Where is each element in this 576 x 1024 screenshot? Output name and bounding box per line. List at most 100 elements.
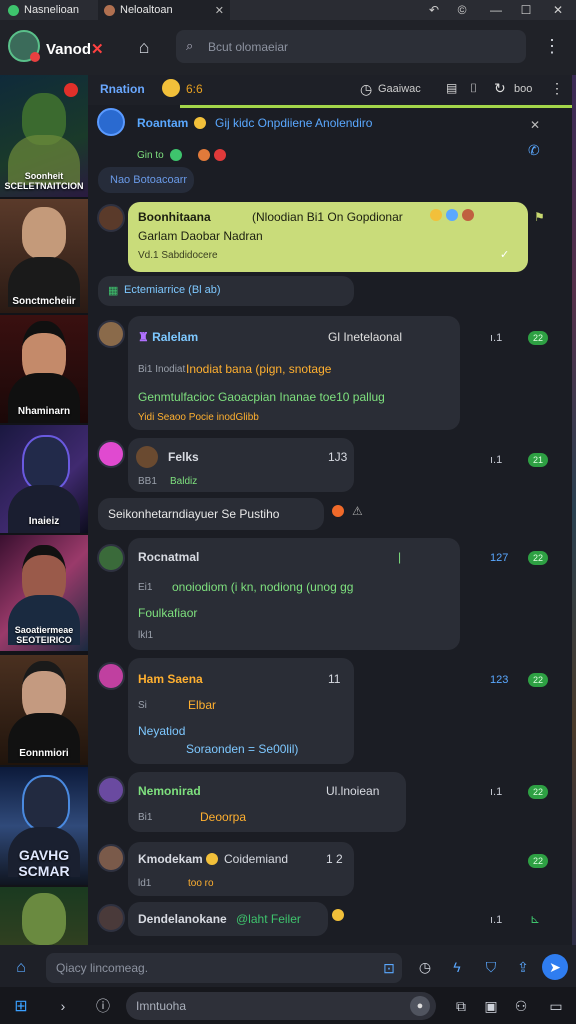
figure-head: [22, 893, 66, 945]
send-icon[interactable]: ➤: [542, 954, 568, 980]
chip[interactable]: ▦ Ectemiarrice (Bl ab): [98, 276, 354, 306]
message-bubble[interactable]: Ham Saena 11 Si Elbar Neyatiod Soraonden…: [128, 658, 354, 764]
message-text: Soraonden = Se00lil): [186, 742, 299, 756]
share-icon[interactable]: ⇪: [512, 956, 534, 978]
message-bubble[interactable]: Dendelanokane @laht Feiler: [128, 902, 328, 936]
thumbnail[interactable]: Saoatiermeae SEOTEIRICO: [0, 535, 88, 651]
message-meta: Yidi Seaoo Pocie inodGlibb: [138, 412, 259, 423]
message-bubble[interactable]: Boonhitaana (Nloodian Bi1 On Gopdionar G…: [128, 202, 528, 272]
message-avatar[interactable]: [97, 440, 125, 468]
window-tab-1[interactable]: Nasnelioan: [2, 0, 85, 20]
message-avatar[interactable]: [97, 776, 125, 804]
message-sender[interactable]: Kmodekam: [138, 852, 203, 866]
message-header: 1 2: [326, 852, 343, 866]
message-avatar[interactable]: [97, 844, 125, 872]
sync-icon[interactable]: ↻: [494, 80, 506, 97]
menu-icon[interactable]: ⋮: [540, 34, 564, 58]
windows-icon[interactable]: ⊞: [10, 995, 32, 1017]
thumbnail[interactable]: Soonheit SCELETNAITCION: [0, 75, 88, 197]
chip[interactable]: Seikonhetarndiayuer Se Pustiho: [98, 498, 324, 530]
apps-icon[interactable]: ⧉: [450, 995, 472, 1017]
message-sender[interactable]: Nemonirad: [138, 784, 201, 798]
chart-icon[interactable]: ⊾: [530, 912, 540, 926]
minimize-button[interactable]: —: [482, 0, 510, 20]
message-sender[interactable]: Rocnatmal: [138, 550, 199, 564]
message-meta: Bi1 Inodiat: [138, 364, 186, 375]
notification-badge: [64, 83, 78, 97]
unread-badge[interactable]: 22: [528, 551, 548, 565]
thumbnail[interactable]: Eonnmiori: [0, 655, 88, 765]
chip-label: Seikonhetarndiayuer Se Pustiho: [108, 507, 280, 521]
window-tab-2[interactable]: Neloaltoan ✕: [98, 0, 230, 20]
copyright-icon[interactable]: ©: [448, 0, 476, 20]
phone-icon[interactable]: ✆: [528, 142, 540, 159]
message-text: Foulkafiaor: [138, 606, 198, 620]
close-button[interactable]: ✕: [544, 0, 572, 20]
window-tab-label: Neloaltoan: [120, 4, 173, 16]
unread-badge[interactable]: 22: [528, 854, 548, 868]
clock-icon[interactable]: ◷: [414, 956, 436, 978]
unread-badge[interactable]: 21: [528, 453, 548, 467]
close-icon[interactable]: ✕: [530, 118, 540, 132]
search-bar[interactable]: ⌕ Bcut olomaeiar: [176, 30, 526, 63]
message-avatar[interactable]: [97, 204, 125, 232]
close-tab-icon[interactable]: ✕: [215, 4, 224, 17]
monitor-icon[interactable]: ▭: [544, 995, 568, 1017]
shield-icon[interactable]: ⛉: [480, 956, 502, 978]
message-bubble[interactable]: Felks 1J3 BB1 Baldiz: [128, 438, 354, 492]
message-sender[interactable]: ♜ Ralelam: [138, 330, 198, 344]
more-icon[interactable]: ⋮: [550, 80, 564, 97]
mic-icon[interactable]: ●: [410, 996, 430, 1016]
unread-badge[interactable]: 22: [528, 673, 548, 687]
search-input[interactable]: Bcut olomaeiar: [208, 40, 288, 54]
thumbnail[interactable]: Sonctmcheiir: [0, 199, 88, 313]
message-sub: Gin to: [137, 150, 164, 161]
chevron-icon[interactable]: ›: [52, 995, 74, 1017]
bolt-icon[interactable]: ϟ: [446, 956, 468, 978]
thumbnail[interactable]: [0, 887, 88, 945]
message-bubble[interactable]: ♜ Ralelam Gl Inetelaonal Bi1 Inodiat Ino…: [128, 316, 460, 430]
maximize-button[interactable]: ☐: [512, 0, 540, 20]
message-sender[interactable]: Dendelanokane: [138, 912, 227, 926]
chip[interactable]: Nao Botoacoarr: [98, 167, 194, 193]
message-text: Gij kidc Onpdiiene Anolendiro: [215, 116, 373, 130]
home-icon[interactable]: ⌂: [8, 955, 34, 981]
message-bubble[interactable]: Nemonirad Ul.lnoiean Bi1 Deoorpa: [128, 772, 406, 832]
doc-icon[interactable]: ▤: [446, 81, 457, 95]
chip-label: Ectemiarrice (Bl ab): [124, 284, 221, 296]
back-icon[interactable]: ↶: [420, 0, 448, 20]
camera-icon[interactable]: ▣: [480, 995, 502, 1017]
message-avatar[interactable]: [97, 108, 125, 136]
message-sender[interactable]: Roantam: [137, 116, 208, 130]
message-header: |: [398, 550, 402, 564]
figure-head: [22, 435, 70, 491]
taskbar-search[interactable]: Imntuoha ●: [126, 992, 436, 1020]
thumbnail-caption: Soonheit SCELETNAITCION: [4, 171, 84, 191]
message-bubble[interactable]: Kmodekam Coidemiand 1 2 ld1 too ro: [128, 842, 354, 896]
pipe-icon[interactable]: ⌷: [470, 81, 477, 96]
group-icon[interactable]: ⚇: [510, 995, 532, 1017]
message-avatar[interactable]: [97, 320, 125, 348]
clock-icon[interactable]: ◷: [360, 81, 372, 98]
message-bubble[interactable]: Rocnatmal | Ei1 onoiodiom (i kn, nodiong…: [128, 538, 460, 650]
message-avatar[interactable]: [97, 662, 125, 690]
thumbnail[interactable]: Nhaminarn: [0, 315, 88, 423]
message-input[interactable]: Qiacy lincomeag.: [46, 953, 402, 983]
thumbnail[interactable]: GAVHG SCMAR: [0, 767, 88, 885]
unread-badge[interactable]: 22: [528, 331, 548, 345]
info-icon[interactable]: ⓘ: [92, 995, 114, 1017]
message-sender[interactable]: Felks: [168, 450, 199, 464]
profile-avatar[interactable]: [8, 30, 40, 62]
unread-badge[interactable]: 22: [528, 785, 548, 799]
message-sender[interactable]: Boonhitaana: [138, 210, 211, 224]
message-avatar[interactable]: [97, 544, 125, 572]
home-icon[interactable]: ⌂: [132, 36, 156, 58]
message-input-placeholder: Qiacy lincomeag.: [56, 961, 149, 975]
message-sender[interactable]: Ham Saena: [138, 672, 203, 686]
thumbnail[interactable]: Inaieiz: [0, 425, 88, 533]
chat-title[interactable]: Rnation: [100, 82, 145, 96]
pin-icon[interactable]: ⚑: [534, 210, 545, 224]
attach-icon[interactable]: ⊡: [380, 958, 398, 978]
message-avatar[interactable]: [97, 904, 125, 932]
message-header: Ul.lnoiean: [326, 784, 380, 798]
